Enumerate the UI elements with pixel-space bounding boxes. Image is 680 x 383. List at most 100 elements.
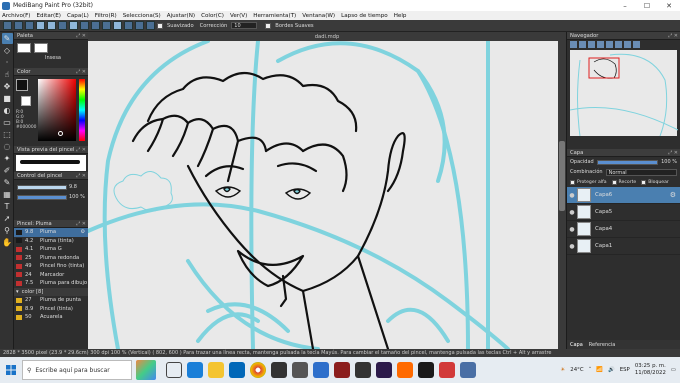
new-file-button[interactable] — [3, 21, 12, 30]
proteger-alfa-checkbox[interactable] — [570, 179, 575, 185]
menu-color[interactable]: Color(C) — [201, 13, 224, 19]
zoom-out-icon[interactable] — [579, 41, 586, 48]
color-picker-cursor[interactable] — [58, 131, 63, 136]
size-slider[interactable] — [17, 184, 67, 190]
brush-group-header[interactable]: ▾ color [8] — [14, 287, 88, 296]
brush-item[interactable]: 27 Pluma de punta — [14, 296, 88, 305]
snap-off-button[interactable] — [102, 21, 111, 30]
menu-help[interactable]: Help — [394, 13, 407, 19]
layer-row[interactable]: ● Capa6 ⚙ — [567, 187, 680, 204]
menu-filtro[interactable]: Filtro(R) — [95, 13, 117, 19]
eye-icon[interactable]: ● — [567, 226, 577, 233]
chrome-icon[interactable] — [250, 362, 266, 378]
undo-button[interactable] — [36, 21, 45, 30]
media-icon[interactable] — [271, 362, 287, 378]
notification-icon[interactable]: ▭ — [671, 367, 676, 373]
premiere-icon[interactable] — [376, 362, 392, 378]
illustrator-icon[interactable] — [355, 362, 371, 378]
suavizado-checkbox[interactable] — [157, 22, 163, 29]
dell-icon[interactable] — [334, 362, 350, 378]
maximize-button[interactable]: ☐ — [636, 2, 658, 10]
brush-item[interactable]: 4.2 Pluma (tinta) — [14, 237, 88, 246]
menu-ventana[interactable]: Ventana(W) — [302, 13, 335, 19]
canvas-vertical-scrollbar[interactable] — [558, 41, 566, 349]
close-button[interactable]: ✕ — [658, 2, 680, 10]
medibang-icon[interactable] — [460, 362, 476, 378]
brush-item[interactable]: 8.9 Pincel (tinta) — [14, 305, 88, 314]
bordes-checkbox[interactable] — [265, 22, 272, 29]
select-pen-tool[interactable]: ✐ — [2, 165, 13, 176]
file-explorer-icon[interactable] — [208, 362, 224, 378]
app-icon[interactable] — [292, 362, 308, 378]
start-button[interactable] — [0, 357, 22, 383]
select-all-button[interactable] — [69, 21, 78, 30]
zoom-actual-icon[interactable] — [597, 41, 604, 48]
weather-temp[interactable]: 24°C — [570, 367, 583, 373]
menu-archivo[interactable]: Archivo(F) — [2, 13, 31, 19]
smudge-tool[interactable]: ☝ — [2, 69, 13, 80]
brush-item[interactable]: 9.8 Pluma ⚙ — [14, 228, 88, 237]
move-tool[interactable]: ✥ — [2, 81, 13, 92]
word-icon[interactable] — [313, 362, 329, 378]
open-file-button[interactable] — [14, 21, 23, 30]
scrollbar-thumb[interactable] — [559, 141, 565, 211]
select-tool[interactable]: ⬚ — [2, 129, 13, 140]
fill-tool[interactable]: ◐ — [2, 105, 13, 116]
deselect-button[interactable] — [58, 21, 67, 30]
drawing-canvas[interactable] — [88, 41, 558, 349]
blend-select[interactable]: Normal — [605, 168, 677, 176]
panel-close-icon[interactable]: ⤢ ✕ — [76, 33, 86, 39]
layer-row[interactable]: ● Capa5 — [567, 204, 680, 221]
paleta-remove-icon[interactable] — [34, 43, 48, 53]
layer-opacity-slider[interactable] — [596, 159, 659, 165]
store-icon[interactable] — [229, 362, 245, 378]
eye-icon[interactable]: ● — [567, 243, 577, 250]
news-widget-icon[interactable] — [136, 360, 156, 380]
menu-ver[interactable]: Ver(V) — [230, 13, 247, 19]
layer-row[interactable]: ● Capa4 — [567, 221, 680, 238]
color-panel-close-icon[interactable]: ⤢ ✕ — [76, 69, 86, 75]
text-tool[interactable]: T — [2, 201, 13, 212]
minimize-button[interactable]: – — [614, 2, 636, 10]
flip-icon[interactable] — [633, 41, 640, 48]
brush-item[interactable]: 50 Acuarela — [14, 313, 88, 322]
fill-button[interactable] — [80, 21, 89, 30]
select-eraser-tool[interactable]: ✎ — [2, 177, 13, 188]
hand-tool[interactable]: ✋ — [2, 237, 13, 248]
menu-capa[interactable]: Capa(L) — [67, 13, 89, 19]
eraser-tool[interactable]: ◇ — [2, 45, 13, 56]
canvas-tab[interactable]: dadi.mdp — [88, 32, 566, 41]
gear-icon[interactable]: ⚙ — [670, 191, 676, 199]
edge-icon[interactable] — [187, 362, 203, 378]
volume-icon[interactable]: 🔊 — [608, 367, 615, 373]
redo-button[interactable] — [47, 21, 56, 30]
acrobat-icon[interactable] — [439, 362, 455, 378]
brush-item[interactable]: 24 Marcador — [14, 271, 88, 280]
tab-referencia[interactable]: Referencia — [589, 342, 616, 348]
snap-radial-button[interactable] — [135, 21, 144, 30]
paleta-add-icon[interactable] — [17, 43, 31, 53]
snap-circle-button[interactable] — [146, 21, 155, 30]
rotate-reset-icon[interactable] — [624, 41, 631, 48]
save-button[interactable] — [25, 21, 34, 30]
dot-tool[interactable]: · — [2, 57, 13, 68]
background-color-swatch[interactable] — [21, 96, 31, 106]
transform-button[interactable] — [91, 21, 100, 30]
brush-item[interactable]: 7.5 Pluma para dibujo — [14, 279, 88, 288]
menu-lapso[interactable]: Lapso de tiempo — [341, 13, 388, 19]
lasso-tool[interactable]: ◌ — [2, 141, 13, 152]
navegador-preview[interactable] — [569, 50, 679, 137]
layer-row[interactable]: ● Capa1 — [567, 238, 680, 255]
navegador-close-icon[interactable]: ⤢ ✕ — [668, 33, 678, 39]
zoom-in-icon[interactable] — [570, 41, 577, 48]
network-icon[interactable]: 📶 — [596, 367, 603, 373]
correccion-field[interactable]: 10 — [231, 22, 258, 29]
recorte-checkbox[interactable] — [611, 179, 617, 185]
indesign-icon[interactable] — [418, 362, 434, 378]
brush-item[interactable]: 4.1 Pluma G — [14, 245, 88, 254]
brush-item[interactable]: 49 Pincel fino (tinta) — [14, 262, 88, 271]
gear-icon[interactable]: ⚙ — [80, 229, 85, 235]
hue-slider[interactable] — [79, 79, 85, 141]
control-pincel-close-icon[interactable]: ⤢ ✕ — [76, 173, 86, 179]
bloquear-checkbox[interactable] — [641, 179, 647, 185]
